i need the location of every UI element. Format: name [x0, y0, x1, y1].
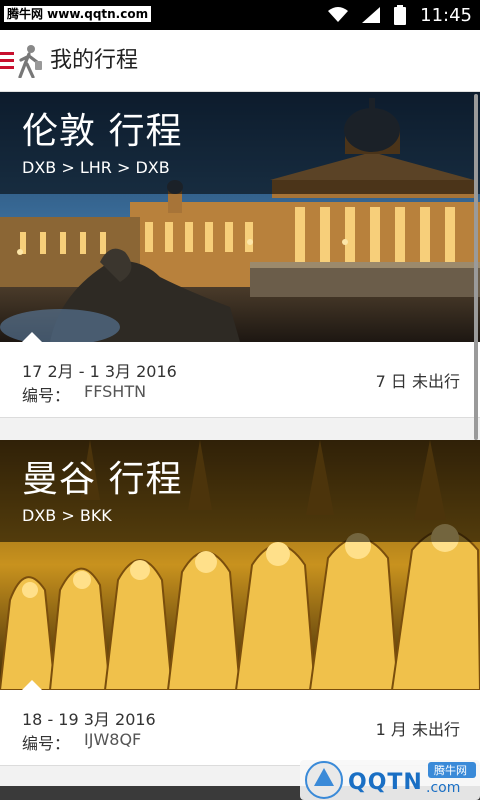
- booking-ref-label: 编号：: [22, 386, 71, 405]
- qqtn-watermark: QQTN .com 腾牛网: [300, 756, 480, 800]
- battery-icon: [394, 5, 407, 25]
- menu-icon[interactable]: [0, 52, 14, 70]
- trip-info: 18 - 19 3月 2016 编号： IJW8QF 1 月 未出行: [0, 680, 480, 766]
- booking-ref-label: 编号：: [22, 734, 71, 753]
- trip-card-bangkok[interactable]: 曼谷 行程 DXB > BKK 18 - 19 3月 2016 编号： IJW8…: [0, 440, 480, 766]
- qqtn-logo-suffix: .com: [426, 780, 461, 796]
- trip-info: 17 2月 - 1 3月 2016 编号： FFSHTN 7 日 未出行: [0, 332, 480, 418]
- trip-dates: 18 - 19 3月 2016: [22, 710, 156, 729]
- trip-status: 1 月 未出行: [375, 720, 460, 739]
- card-pointer: [22, 680, 42, 690]
- booking-ref-value: IJW8QF: [84, 730, 142, 749]
- scrollbar[interactable]: [474, 94, 478, 440]
- booking-ref-value: FFSHTN: [84, 382, 147, 401]
- trip-city-title: 伦敦 行程: [22, 111, 183, 152]
- trip-route: DXB > BKK: [22, 506, 112, 525]
- london-photo: 伦敦 行程 DXB > LHR > DXB: [0, 92, 480, 342]
- page-title: 我的行程: [50, 48, 139, 73]
- signal-icon: [362, 7, 381, 23]
- qqtn-logo-text: QQTN: [348, 770, 423, 795]
- card-pointer: [22, 332, 42, 342]
- traveller-icon: [18, 45, 42, 78]
- bangkok-photo: 曼谷 行程 DXB > BKK: [0, 440, 480, 690]
- trip-status: 7 日 未出行: [375, 372, 460, 391]
- app-bar: 我的行程: [0, 30, 480, 92]
- watermark-label: 腾牛网 www.qqtn.com: [4, 6, 152, 22]
- trip-dates: 17 2月 - 1 3月 2016: [22, 362, 177, 381]
- trip-route: DXB > LHR > DXB: [22, 158, 170, 177]
- status-bar: 腾牛网 www.qqtn.com 11:45: [0, 0, 480, 30]
- clock: 11:45: [420, 4, 472, 26]
- status-icons: 11:45: [328, 0, 472, 30]
- qqtn-logo-tag: 腾牛网: [434, 764, 467, 777]
- trip-city-title: 曼谷 行程: [22, 459, 183, 500]
- trip-card-london[interactable]: 伦敦 行程 DXB > LHR > DXB 17 2月 - 1 3月 2016 …: [0, 92, 480, 418]
- wifi-icon: [328, 7, 349, 22]
